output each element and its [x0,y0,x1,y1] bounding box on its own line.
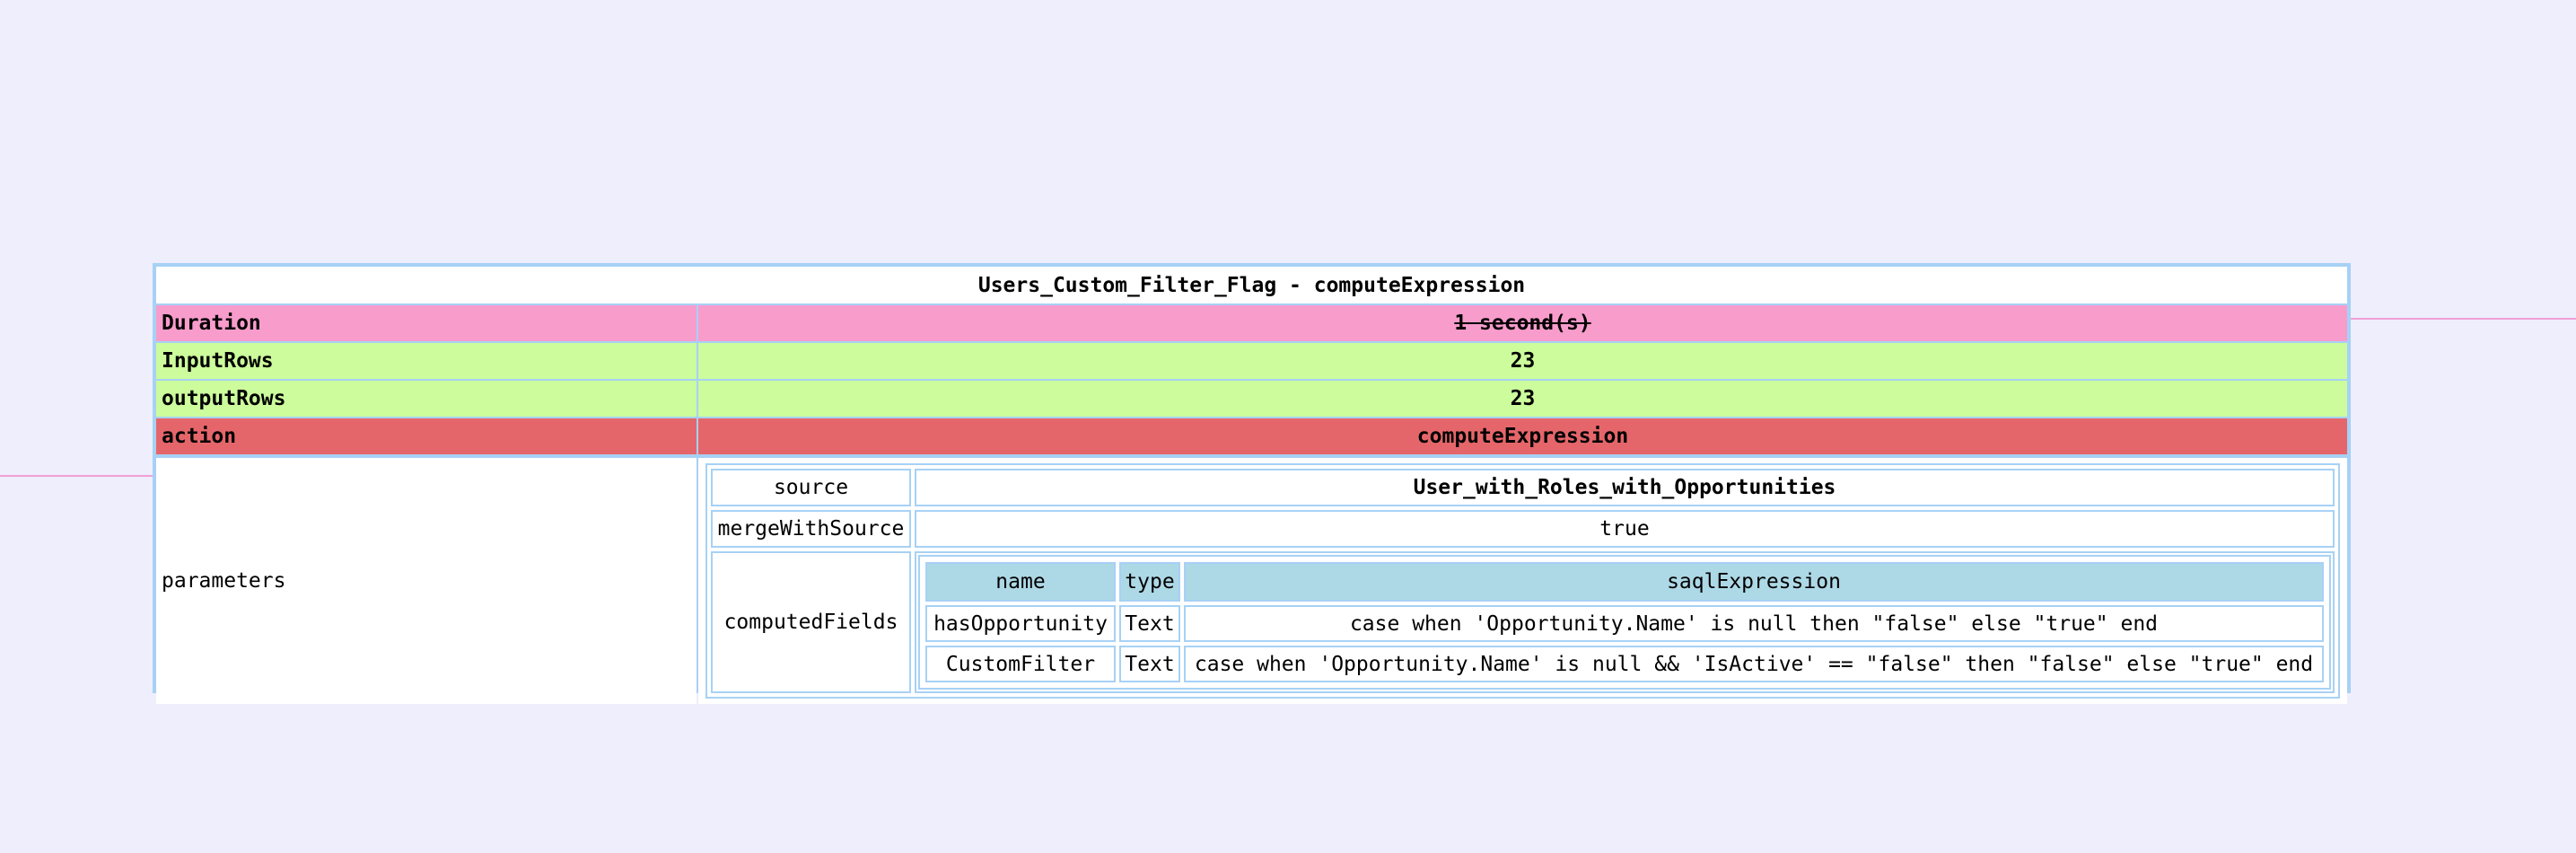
output-rows-value: 23 [698,381,2347,417]
merge-with-source-label: mergeWithSource [711,510,911,548]
output-rows-label: outputRows [156,381,697,417]
computed-fields-label: computedFields [711,551,911,693]
action-value: computeExpression [698,418,2347,454]
input-rows-value: 23 [698,343,2347,379]
field-expression-cell: case when 'Opportunity.Name' is null the… [1184,605,2324,642]
duration-value: 1 second(s) [698,305,2347,341]
source-value: User_with_Roles_with_Opportunities [915,469,2335,506]
field-name-cell: CustomFilter [925,646,1116,682]
header-saql-expression: saqlExpression [1184,562,2324,602]
computed-fields-table: name type saqlExpression hasOpportunity … [918,555,2331,690]
source-label: source [711,469,911,506]
header-name: name [925,562,1116,602]
duration-label: Duration [156,305,697,341]
action-label: action [156,418,697,454]
parameters-table: source User_with_Roles_with_Opportunitie… [705,463,2340,699]
computed-fields-value: name type saqlExpression hasOpportunity … [915,551,2335,693]
merge-with-source-value: true [915,510,2335,548]
node-title: Users_Custom_Filter_Flag - computeExpres… [156,267,2347,303]
parameters-label: parameters [156,458,697,704]
parameters-value: source User_with_Roles_with_Opportunitie… [698,458,2347,704]
header-type: type [1119,562,1180,602]
compute-expression-node[interactable]: Users_Custom_Filter_Flag - computeExpres… [153,263,2351,704]
duration-value-text: 1 second(s) [1454,312,1591,335]
field-expression-cell: case when 'Opportunity.Name' is null && … [1184,646,2324,682]
input-rows-label: InputRows [156,343,697,379]
field-type-cell: Text [1119,605,1180,642]
field-name-cell: hasOpportunity [925,605,1116,642]
field-type-cell: Text [1119,646,1180,682]
